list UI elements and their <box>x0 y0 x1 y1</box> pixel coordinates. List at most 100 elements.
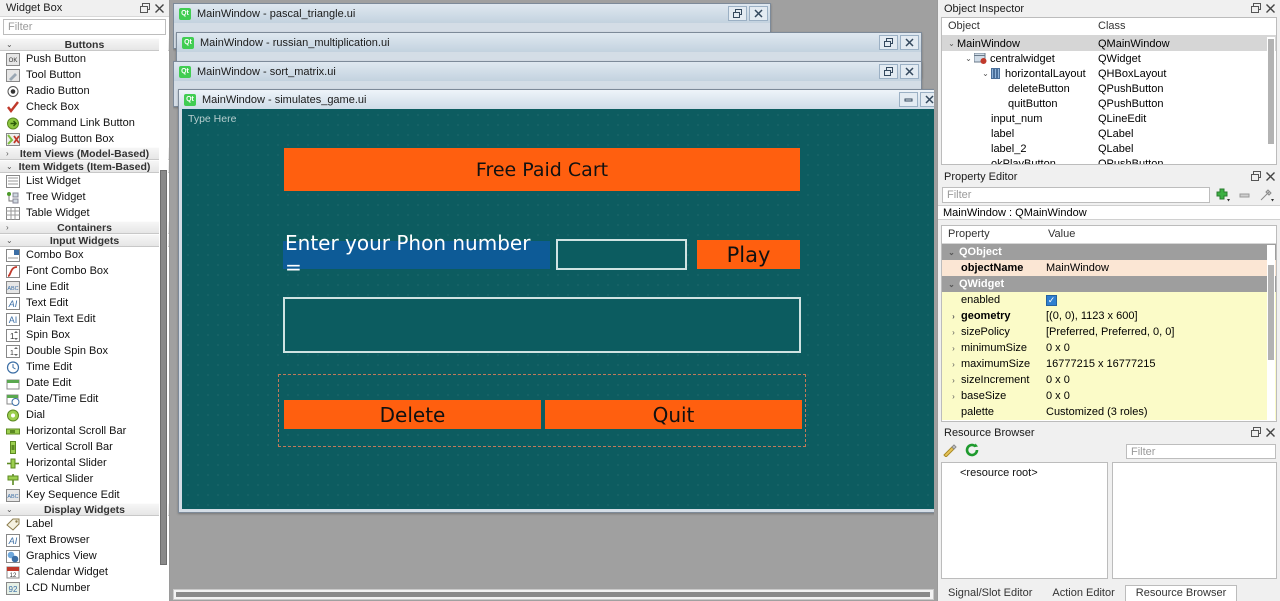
widget-item-calendar-widget[interactable]: 12 Calendar Widget <box>0 564 169 580</box>
widget-item-dial[interactable]: Dial <box>0 407 169 423</box>
widget-group-buttons[interactable]: ⌄ Buttons <box>0 38 169 51</box>
widget-box-filter-input[interactable]: Filter <box>3 19 166 35</box>
subwindow-titlebar[interactable]: Qt MainWindow - russian_multiplication.u… <box>177 33 921 52</box>
widget-item-lcd-number[interactable]: 92 LCD Number <box>0 580 169 596</box>
widget-item-double-spin-box[interactable]: 1. Double Spin Box <box>0 343 169 359</box>
widget-item-vertical-slider[interactable]: Vertical Slider <box>0 471 169 487</box>
object-row[interactable]: quitButton QPushButton <box>942 96 1276 111</box>
close-icon[interactable] <box>1263 170 1277 184</box>
object-row[interactable]: okPlayButton QPushButton <box>942 156 1276 165</box>
object-inspector-tree[interactable]: Object Class ⌄ MainWindow QMainWindow ⌄ cent… <box>941 17 1277 165</box>
resource-filter-input[interactable]: Filter <box>1126 444 1276 459</box>
enabled-checkbox[interactable]: ✓ <box>1046 294 1057 306</box>
resource-tree-pane[interactable]: <resource root> <box>941 462 1108 579</box>
widget-item-time-edit[interactable]: Time Edit <box>0 359 169 375</box>
phone-number-input[interactable] <box>556 239 687 270</box>
widget-item-tree-widget[interactable]: Tree Widget <box>0 189 169 205</box>
widget-item-plain-text-edit[interactable]: AI Plain Text Edit <box>0 311 169 327</box>
widget-item-list-widget[interactable]: List Widget <box>0 173 169 189</box>
property-row[interactable]: › geometry [(0, 0), 1123 x 600] <box>942 308 1276 324</box>
widget-box-scrollbar[interactable] <box>159 38 168 600</box>
object-row[interactable]: label QLabel <box>942 126 1276 141</box>
widget-item-horizontal-scroll-bar[interactable]: Horizontal Scroll Bar <box>0 423 169 439</box>
object-row[interactable]: input_num QLineEdit <box>942 111 1276 126</box>
add-property-icon[interactable] <box>1214 187 1232 203</box>
widget-box-scroll-thumb[interactable] <box>160 170 167 565</box>
delete-button[interactable]: Delete <box>283 399 542 430</box>
chevron-right-icon[interactable]: › <box>948 392 959 401</box>
menubar-type-here[interactable]: Type Here <box>188 113 236 125</box>
chevron-down-icon[interactable]: ⌄ <box>980 69 991 78</box>
property-row[interactable]: ⌄ QWidget <box>942 276 1276 292</box>
form-design-canvas[interactable]: Type Here Free Paid Cart Enter your Phon… <box>182 109 934 509</box>
widget-box-list[interactable]: ⌄ Buttons OK Push Button Tool Button Radio Bu… <box>0 38 169 601</box>
widget-group-item-views-model-based[interactable]: › Item Views (Model-Based) <box>0 147 169 160</box>
restore-button[interactable] <box>879 35 898 50</box>
object-row[interactable]: deleteButton QPushButton <box>942 81 1276 96</box>
phone-prompt-label[interactable]: Enter your Phon number = <box>283 231 550 279</box>
remove-property-icon[interactable] <box>1236 187 1254 203</box>
close-icon[interactable] <box>1263 426 1277 440</box>
minimize-button[interactable] <box>899 92 918 107</box>
property-editor-scrollbar[interactable] <box>1267 245 1275 420</box>
float-icon[interactable] <box>1249 426 1263 440</box>
resource-root-item[interactable]: <resource root> <box>942 463 1107 479</box>
output-text-edit[interactable] <box>283 297 801 353</box>
subwindow-titlebar[interactable]: Qt MainWindow - pascal_triangle.ui <box>174 4 770 23</box>
widget-item-line-edit[interactable]: ABC Line Edit <box>0 279 169 295</box>
property-editor-table[interactable]: Property Value ⌄ QObject objectName MainWin… <box>941 225 1277 422</box>
close-icon[interactable] <box>1263 2 1277 16</box>
object-row[interactable]: ⌄ MainWindow QMainWindow <box>942 36 1276 51</box>
property-row[interactable]: › sizePolicy [Preferred, Preferred, 0, 0] <box>942 324 1276 340</box>
widget-item-horizontal-slider[interactable]: Horizontal Slider <box>0 455 169 471</box>
property-row[interactable]: › sizeIncrement 0 x 0 <box>942 372 1276 388</box>
object-row[interactable]: label_2 QLabel <box>942 141 1276 156</box>
property-rows[interactable]: ⌄ QObject objectName MainWindow ⌄ QWidget enab… <box>942 244 1276 420</box>
widget-item-table-widget[interactable]: Table Widget <box>0 205 169 221</box>
chevron-down-icon[interactable]: ⌄ <box>946 280 957 289</box>
subwindow-titlebar[interactable]: Qt MainWindow - sort_matrix.ui <box>174 62 921 81</box>
widget-group-display-widgets[interactable]: ⌄ Display Widgets <box>0 503 169 516</box>
object-inspector-scrollbar[interactable] <box>1267 37 1275 163</box>
widget-item-date-edit[interactable]: Date Edit <box>0 375 169 391</box>
widget-item-text-edit[interactable]: AI Text Edit <box>0 295 169 311</box>
dock-tab-signal-slot-editor[interactable]: Signal/Slot Editor <box>938 586 1042 601</box>
widget-item-vertical-scroll-bar[interactable]: Vertical Scroll Bar <box>0 439 169 455</box>
object-row[interactable]: ⌄ horizontalLayout QHBoxLayout <box>942 66 1276 81</box>
subwindow-simulates-game[interactable]: Qt MainWindow - simulates_game.ui Type H… <box>178 89 934 513</box>
widget-item-combo-box[interactable]: Combo Box <box>0 247 169 263</box>
subwindow-titlebar[interactable]: Qt MainWindow - simulates_game.ui <box>179 90 934 109</box>
widget-item-key-sequence-edit[interactable]: ABC Key Sequence Edit <box>0 487 169 503</box>
widget-item-push-button[interactable]: OK Push Button <box>0 51 169 67</box>
property-row[interactable]: › maximumSize 16777215 x 16777215 <box>942 356 1276 372</box>
property-row[interactable]: enabled ✓ <box>942 292 1276 308</box>
chevron-right-icon[interactable]: › <box>948 344 959 353</box>
widget-group-input-widgets[interactable]: ⌄ Input Widgets <box>0 234 169 247</box>
chevron-down-icon[interactable]: ⌄ <box>963 54 974 63</box>
chevron-down-icon[interactable]: ⌄ <box>946 248 957 257</box>
widget-item-command-link-button[interactable]: Command Link Button <box>0 115 169 131</box>
dock-tab-action-editor[interactable]: Action Editor <box>1042 586 1124 601</box>
widget-group-item-widgets-item-based[interactable]: ⌄ Item Widgets (Item-Based) <box>0 160 169 173</box>
float-icon[interactable] <box>138 1 152 15</box>
widget-item-label[interactable]: Label <box>0 516 169 532</box>
object-row[interactable]: ⌄ centralwidget QWidget <box>942 51 1276 66</box>
property-row[interactable]: › minimumSize 0 x 0 <box>942 340 1276 356</box>
property-row[interactable]: › baseSize 0 x 0 <box>942 388 1276 404</box>
mdi-hscroll-thumb[interactable] <box>176 592 930 597</box>
chevron-down-icon[interactable]: ⌄ <box>946 39 957 48</box>
resource-preview-pane[interactable] <box>1112 462 1277 579</box>
widget-group-containers[interactable]: › Containers <box>0 221 169 234</box>
property-row[interactable]: palette Customized (3 roles) <box>942 404 1276 420</box>
property-row[interactable]: ⌄ QObject <box>942 244 1276 260</box>
close-button[interactable] <box>920 92 934 107</box>
widget-item-dialog-button-box[interactable]: Dialog Button Box <box>0 131 169 147</box>
dock-tab-resource-browser[interactable]: Resource Browser <box>1124 585 1238 601</box>
quit-button[interactable]: Quit <box>544 399 803 430</box>
widget-item-date-time-edit[interactable]: Date/Time Edit <box>0 391 169 407</box>
widget-item-spin-box[interactable]: 1 Spin Box <box>0 327 169 343</box>
free-paid-cart-button[interactable]: Free Paid Cart <box>283 147 801 192</box>
close-icon[interactable] <box>152 1 166 15</box>
play-button[interactable]: Play <box>696 239 801 270</box>
reload-icon[interactable] <box>964 443 980 460</box>
